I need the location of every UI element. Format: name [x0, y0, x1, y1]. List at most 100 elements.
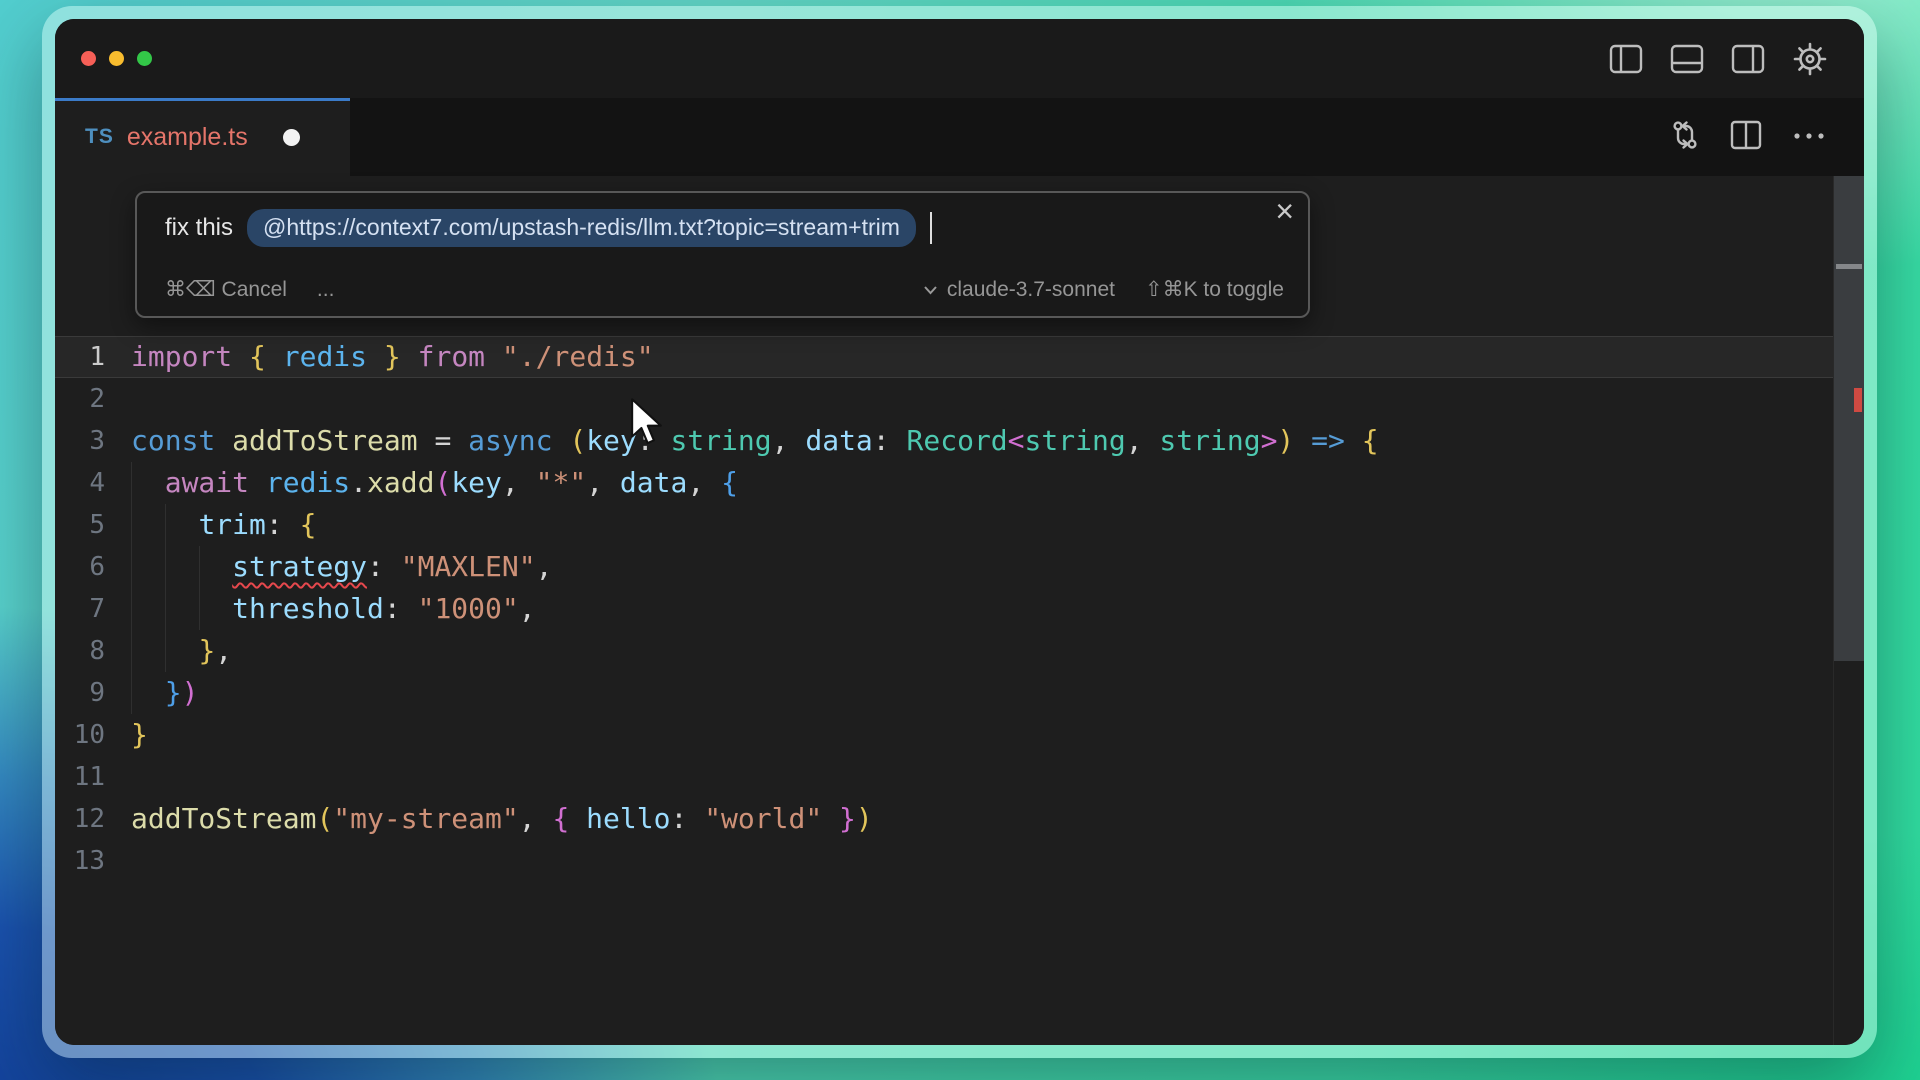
code-text: trim: {	[131, 504, 316, 546]
code-token: from	[401, 340, 502, 373]
code-token: ,	[502, 466, 536, 499]
code-token: key	[451, 466, 502, 499]
code-token: hello	[586, 802, 670, 835]
toggle-secondary-sidebar-icon[interactable]	[1731, 44, 1765, 74]
line-number: 5	[55, 504, 105, 546]
inline-ai-prompt[interactable]: fix this @https://context7.com/upstash-r…	[135, 191, 1310, 318]
code-text: import { redis } from "./redis"	[131, 336, 654, 378]
code-token: :	[384, 592, 418, 625]
code-token: :	[266, 508, 300, 541]
code-editor[interactable]: fix this @https://context7.com/upstash-r…	[55, 176, 1864, 1045]
unsaved-changes-dot[interactable]	[283, 129, 300, 146]
code-token: data	[805, 424, 872, 457]
line-number: 3	[55, 420, 105, 462]
code-line[interactable]: 6 strategy: "MAXLEN",	[55, 546, 1833, 588]
overview-ruler-cursor-mark	[1836, 264, 1862, 269]
compare-changes-icon[interactable]	[1670, 119, 1700, 156]
code-token: Record	[907, 424, 1008, 457]
code-token: .	[350, 466, 367, 499]
code-line[interactable]: 10}	[55, 714, 1833, 756]
code-text: })	[131, 672, 198, 714]
indent-guide	[199, 546, 200, 630]
code-line[interactable]: 9 })	[55, 672, 1833, 714]
code-token: trim	[198, 508, 265, 541]
code-token: >	[1261, 424, 1278, 457]
code-token	[131, 466, 165, 499]
chevron-down-icon	[923, 285, 938, 295]
close-window-button[interactable]	[81, 51, 96, 66]
code-token: ,	[519, 802, 553, 835]
code-line[interactable]: 13	[55, 840, 1833, 882]
code-line[interactable]: 4 await redis.xadd(key, "*", data, {	[55, 462, 1833, 504]
tab-example-ts[interactable]: TS example.ts	[55, 98, 350, 176]
code-token: (	[434, 466, 451, 499]
code-token: "./redis"	[502, 340, 654, 373]
code-token: ,	[1126, 424, 1160, 457]
code-line[interactable]: 3const addToStream = async (key: string,…	[55, 420, 1833, 462]
prompt-toolbar: ⌘⌫ Cancel ... claude-3.7-sonnet ⇧⌘K to t…	[165, 277, 1284, 302]
overview-ruler-error-mark	[1854, 388, 1862, 412]
line-number: 9	[55, 672, 105, 714]
editor-window: TS example.ts	[55, 19, 1864, 1045]
code-token: "my-stream"	[333, 802, 518, 835]
code-token: )	[856, 802, 873, 835]
indent-guide	[165, 504, 166, 672]
code-token: ,	[215, 634, 232, 667]
code-token: <	[1008, 424, 1025, 457]
code-line[interactable]: 2	[55, 378, 1833, 420]
scrollbar[interactable]	[1833, 176, 1864, 1045]
code-token: {	[721, 466, 738, 499]
scrollbar-thumb[interactable]	[1834, 176, 1864, 661]
code-text: addToStream("my-stream", { hello: "world…	[131, 798, 873, 840]
context-link-pill[interactable]: @https://context7.com/upstash-redis/llm.…	[247, 209, 916, 247]
line-number: 1	[55, 336, 105, 378]
code-lines: 1 import { redis } from "./redis" 23const …	[55, 336, 1833, 882]
code-token: "1000"	[418, 592, 519, 625]
prompt-input[interactable]: fix this @https://context7.com/upstash-r…	[165, 209, 1284, 247]
traffic-lights	[81, 51, 152, 66]
code-token: }	[367, 340, 401, 373]
code-line[interactable]: 8 },	[55, 630, 1833, 672]
prompt-text: fix this	[165, 214, 233, 242]
code-line[interactable]: 12addToStream("my-stream", { hello: "wor…	[55, 798, 1833, 840]
code-line[interactable]: 5 trim: {	[55, 504, 1833, 546]
line-number: 6	[55, 546, 105, 588]
split-editor-icon[interactable]	[1730, 120, 1762, 155]
code-token: {	[552, 802, 586, 835]
titlebar	[55, 19, 1864, 98]
code-token: (	[569, 424, 586, 457]
code-token: =	[418, 424, 469, 457]
code-token: string	[1159, 424, 1260, 457]
tab-file-name: example.ts	[127, 123, 248, 152]
code-line[interactable]: 1 import { redis } from "./redis"	[55, 336, 1833, 378]
code-text: threshold: "1000",	[131, 588, 536, 630]
line-number: 2	[55, 378, 105, 420]
code-token: ,	[687, 466, 721, 499]
cancel-button[interactable]: ⌘⌫ Cancel	[165, 277, 287, 302]
settings-gear-icon[interactable]	[1792, 41, 1828, 77]
prompt-more-button[interactable]: ...	[317, 278, 335, 302]
code-token: {	[249, 340, 283, 373]
code-line[interactable]: 7 threshold: "1000",	[55, 588, 1833, 630]
minimize-window-button[interactable]	[109, 51, 124, 66]
desktop: { "tab": { "badge": "TS", "name": "examp…	[0, 0, 1920, 1080]
code-token: }	[165, 676, 182, 709]
code-line[interactable]: 11	[55, 756, 1833, 798]
zoom-window-button[interactable]	[137, 51, 152, 66]
code-token: )	[1277, 424, 1294, 457]
code-token: :	[873, 424, 907, 457]
code-token: ,	[536, 550, 553, 583]
model-name: claude-3.7-sonnet	[947, 278, 1115, 302]
toggle-panel-icon[interactable]	[1670, 44, 1704, 74]
toggle-primary-sidebar-icon[interactable]	[1609, 44, 1643, 74]
close-prompt-icon[interactable]: ×	[1275, 195, 1294, 227]
line-number: 10	[55, 714, 105, 756]
code-token: string	[670, 424, 771, 457]
code-token: addToStream	[131, 802, 316, 835]
code-token: ,	[772, 424, 806, 457]
active-tab-accent	[55, 98, 350, 101]
code-text: strategy: "MAXLEN",	[131, 546, 552, 588]
more-actions-icon[interactable]	[1792, 128, 1826, 146]
code-text: },	[131, 630, 232, 672]
model-selector[interactable]: claude-3.7-sonnet	[923, 278, 1115, 302]
